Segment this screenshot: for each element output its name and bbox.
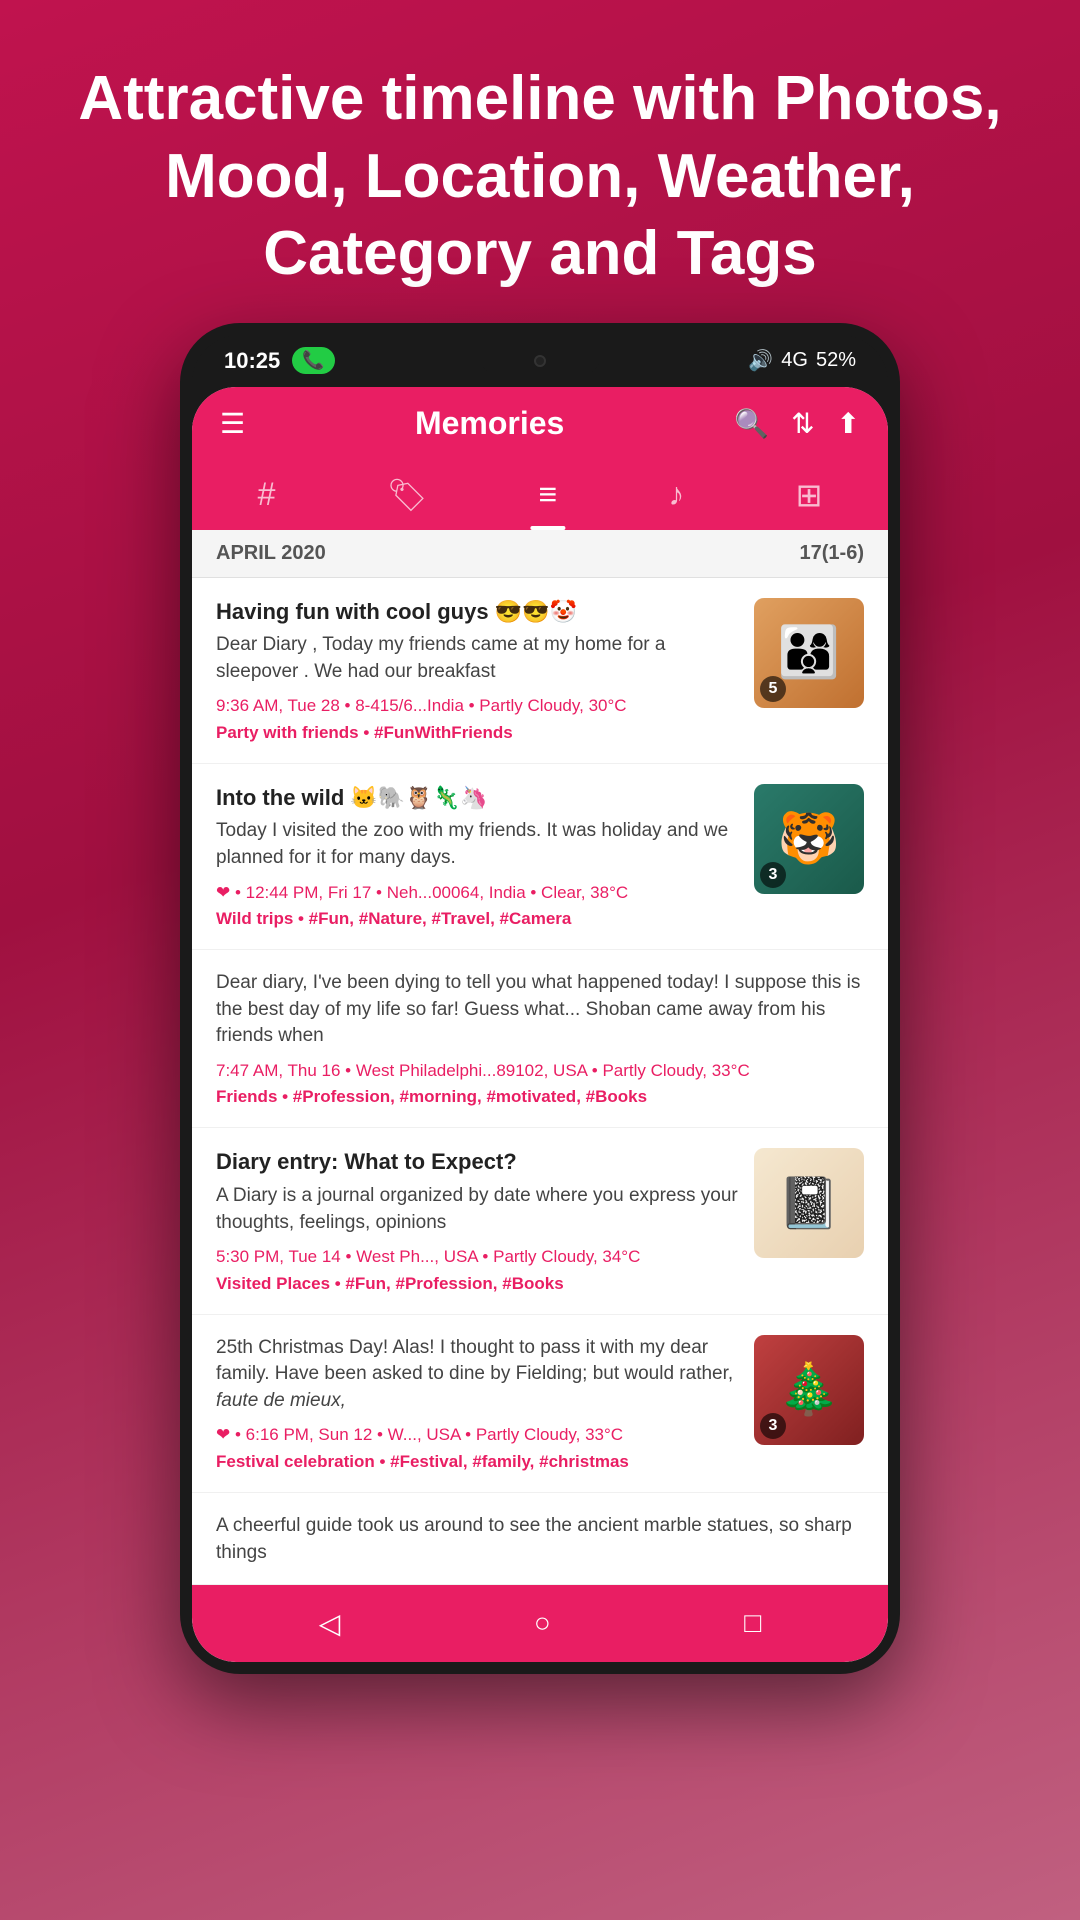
entry-content: Into the wild 🐱🐘🦉🦎🦄 Today I visited the …: [216, 784, 738, 929]
tab-bar: # 🏷 ≡ ♪ ⊞: [192, 460, 888, 530]
image-count-badge: 3: [760, 862, 786, 888]
volume-icon: 🔊: [748, 348, 773, 373]
entry-body: Today I visited the zoo with my friends.…: [216, 818, 738, 871]
image-count-badge: 5: [760, 676, 786, 702]
entry-body: A Diary is a journal organized by date w…: [216, 1183, 738, 1236]
diary-entry[interactable]: A cheerful guide took us around to see t…: [192, 1493, 888, 1585]
entry-tags: Friends • #Profession, #morning, #motiva…: [216, 1087, 864, 1107]
camera-notch: [480, 347, 600, 375]
entry-meta: ❤ • 6:16 PM, Sun 12 • W..., USA • Partly…: [216, 1422, 738, 1448]
list-icon: ≡: [538, 476, 557, 512]
entry-body: 25th Christmas Day! Alas! I thought to p…: [216, 1335, 738, 1415]
entry-content: Having fun with cool guys 😎😎🤡 Dear Diary…: [216, 598, 738, 743]
entry-title: Having fun with cool guys 😎😎🤡: [216, 598, 738, 627]
app-header: ☰ Memories 🔍 ⇅ ⬆: [192, 387, 888, 460]
hashtag-icon: #: [258, 476, 276, 512]
sort-icon[interactable]: ⇅: [791, 407, 814, 440]
date-bar: APRIL 2020 17(1-6): [192, 530, 888, 578]
entry-count: 17(1-6): [800, 542, 864, 565]
tab-gallery[interactable]: ⊞: [776, 460, 843, 530]
entry-content: Diary entry: What to Expect? A Diary is …: [216, 1148, 738, 1293]
camera-dot: [534, 355, 546, 367]
music-icon: ♪: [668, 476, 684, 512]
entry-content: 25th Christmas Day! Alas! I thought to p…: [216, 1335, 738, 1472]
app-title: Memories: [415, 405, 564, 442]
tab-hashtag[interactable]: #: [238, 460, 296, 530]
diary-entry[interactable]: Into the wild 🐱🐘🦉🦎🦄 Today I visited the …: [192, 764, 888, 950]
entry-body: Dear Diary , Today my friends came at my…: [216, 632, 738, 685]
entry-image: 🎄 3: [754, 1335, 864, 1445]
search-icon[interactable]: 🔍: [734, 407, 769, 440]
diary-entry[interactable]: Having fun with cool guys 😎😎🤡 Dear Diary…: [192, 578, 888, 764]
call-badge: 📞: [292, 347, 334, 374]
hero-title: Attractive timeline with Photos, Mood, L…: [0, 0, 1080, 323]
home-button[interactable]: ○: [514, 1599, 571, 1648]
entry-title: Into the wild 🐱🐘🦉🦎🦄: [216, 784, 738, 813]
status-bar: 10:25 📞 🔊 4G 52%: [192, 335, 888, 387]
month-label: APRIL 2020: [216, 542, 326, 565]
entry-title: Diary entry: What to Expect?: [216, 1148, 738, 1177]
entry-meta: 5:30 PM, Tue 14 • West Ph..., USA • Part…: [216, 1244, 738, 1270]
back-button[interactable]: ◁: [299, 1599, 361, 1648]
entry-content: Dear diary, I've been dying to tell you …: [216, 970, 864, 1107]
entry-tags: Party with friends • #FunWithFriends: [216, 723, 738, 743]
bottom-nav: ◁ ○ □: [192, 1585, 888, 1662]
phone-screen: ☰ Memories 🔍 ⇅ ⬆ # 🏷 ≡ ♪ ⊞: [192, 387, 888, 1663]
time-display: 10:25: [224, 348, 280, 374]
entry-body: A cheerful guide took us around to see t…: [216, 1513, 864, 1566]
entry-tags: Wild trips • #Fun, #Nature, #Travel, #Ca…: [216, 909, 738, 929]
recent-button[interactable]: □: [724, 1599, 781, 1648]
header-actions: 🔍 ⇅ ⬆: [734, 407, 860, 440]
diary-entry[interactable]: Diary entry: What to Expect? A Diary is …: [192, 1128, 888, 1314]
entry-image: 👨‍👩‍👦 5: [754, 598, 864, 708]
entry-meta: 9:36 AM, Tue 28 • 8-415/6...India • Part…: [216, 693, 738, 719]
entry-tags: Festival celebration • #Festival, #famil…: [216, 1452, 738, 1472]
entry-content: A cheerful guide took us around to see t…: [216, 1513, 864, 1574]
tab-list[interactable]: ≡: [518, 460, 577, 530]
diary-entry[interactable]: 25th Christmas Day! Alas! I thought to p…: [192, 1315, 888, 1493]
phone-mockup: 10:25 📞 🔊 4G 52% ☰ Memories 🔍 ⇅ ⬆: [180, 323, 900, 1675]
diary-entry[interactable]: Dear diary, I've been dying to tell you …: [192, 950, 888, 1128]
entry-body: Dear diary, I've been dying to tell you …: [216, 970, 864, 1050]
upload-icon[interactable]: ⬆: [837, 407, 860, 440]
entry-image: 📓: [754, 1148, 864, 1258]
tag-icon: 🏷: [387, 477, 428, 513]
entry-meta: 7:47 AM, Thu 16 • West Philadelphi...891…: [216, 1058, 864, 1084]
battery-display: 52%: [816, 349, 856, 372]
diary-list: Having fun with cool guys 😎😎🤡 Dear Diary…: [192, 578, 888, 1586]
status-icons: 🔊 4G 52%: [748, 348, 856, 373]
menu-icon[interactable]: ☰: [220, 407, 245, 440]
gallery-icon: ⊞: [796, 477, 823, 513]
entry-image: 🐯 3: [754, 784, 864, 894]
signal-icon: 4G: [781, 349, 808, 372]
entry-meta: ❤ • 12:44 PM, Fri 17 • Neh...00064, Indi…: [216, 880, 738, 906]
tab-tag[interactable]: 🏷: [367, 460, 448, 530]
entry-tags: Visited Places • #Fun, #Profession, #Boo…: [216, 1274, 738, 1294]
image-count-badge: 3: [760, 1413, 786, 1439]
tab-music[interactable]: ♪: [648, 460, 704, 530]
